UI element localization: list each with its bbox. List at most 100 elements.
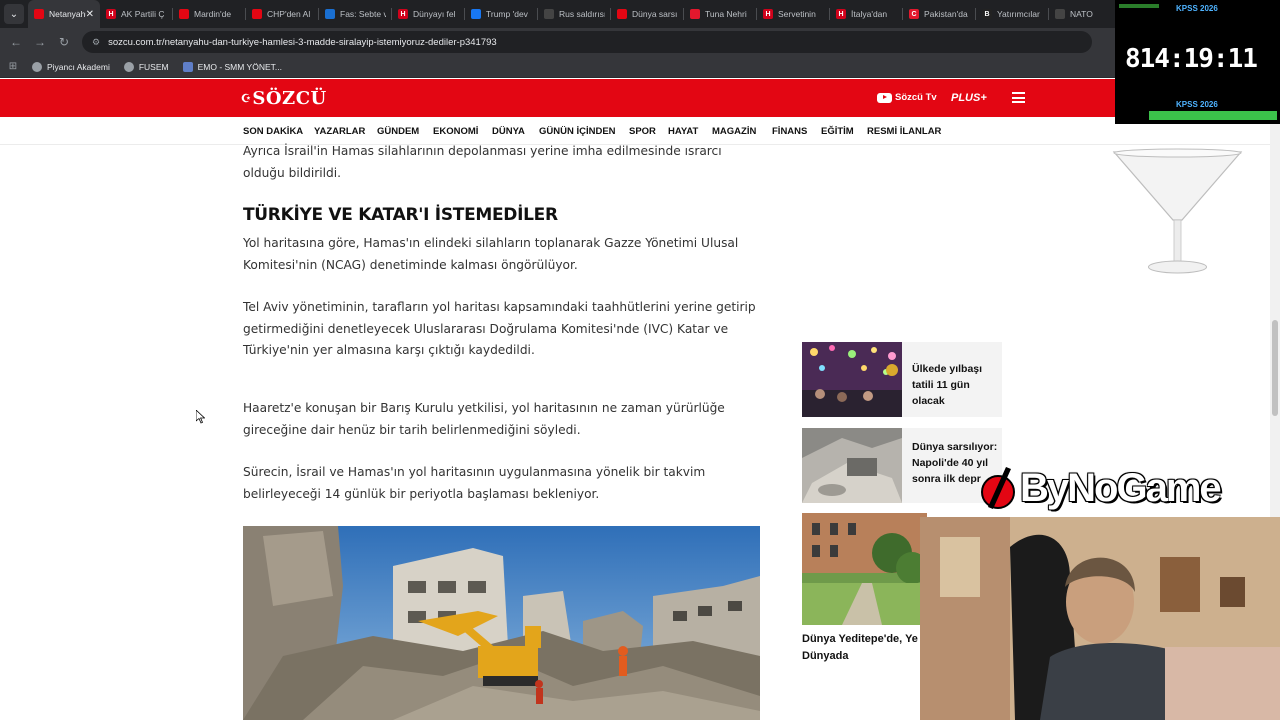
nav-dunya[interactable]: DÜNYA: [492, 126, 525, 137]
bookmark-label: EMO - SMM YÖNET...: [197, 61, 282, 72]
tab-favicon-icon: [1055, 9, 1065, 19]
news-card[interactable]: Ülkede yılbaşı tatili 11 gün olacak: [802, 342, 1002, 417]
browser-tab[interactable]: CHP'den Al: [246, 0, 319, 28]
logo-text: SÖZCÜ: [252, 88, 327, 109]
browser-tab[interactable]: Trump 'dev: [465, 0, 538, 28]
nav-magazin[interactable]: MAGAZİN: [712, 126, 756, 137]
tab-strip: ⌄ Netanyahu✕ H AK Partili Ç Mardin'de CHP'de…: [0, 0, 1280, 28]
browser-tab[interactable]: NATO: [1049, 0, 1122, 28]
site-logo[interactable]: ☪SÖZCÜ: [241, 88, 327, 109]
browser-tab[interactable]: H İtalya'dan: [830, 0, 903, 28]
url-field[interactable]: ⚙ sozcu.com.tr/netanyahu-dan-turkiye-ham…: [82, 31, 1092, 53]
youtube-icon: [877, 92, 892, 103]
news-card-title[interactable]: Dünya Yeditepe'de, Ye Dünyada: [802, 631, 927, 665]
nav-spor[interactable]: SPOR: [629, 126, 656, 137]
article-paragraph: Haaretz'e konuşan bir Barış Kurulu yetki…: [243, 401, 725, 437]
mouse-cursor-icon: [196, 410, 205, 424]
tab-favicon-icon: [179, 9, 189, 19]
tab-close-icon[interactable]: ✕: [86, 9, 94, 20]
site-header: ☪SÖZCÜ Sözcü Tv PLUS+: [0, 79, 1280, 117]
tab-favicon-icon: [471, 9, 481, 19]
tab-favicon-icon: H: [836, 9, 846, 19]
browser-tab[interactable]: Netanyahu✕: [28, 0, 100, 28]
browser-tab[interactable]: Fas: Sebte v: [319, 0, 392, 28]
nav-son-dakika[interactable]: SON DAKİKA: [243, 126, 303, 137]
tab-title: Netanyahu: [49, 9, 86, 19]
browser-tab[interactable]: H Dünyayı fel: [392, 0, 465, 28]
news-card-large-image[interactable]: [802, 513, 927, 625]
tab-favicon-icon: H: [106, 9, 116, 19]
timer-label-bottom: KPSS 2026: [1176, 100, 1218, 109]
browser-tab[interactable]: C Pakistan'da: [903, 0, 976, 28]
browser-tab[interactable]: Tuna Nehri: [684, 0, 757, 28]
article-photo: [243, 526, 760, 720]
timer-progress-bar: [1149, 111, 1277, 120]
nav-gunun-icinden[interactable]: GÜNÜN İÇİNDEN: [539, 126, 616, 137]
nav-egitim[interactable]: EĞİTİM: [821, 126, 854, 137]
webcam-person-image: [920, 517, 1280, 720]
scrollbar-thumb[interactable]: [1272, 320, 1278, 416]
url-text: sozcu.com.tr/netanyahu-dan-turkiye-hamle…: [108, 36, 497, 48]
bookmark-icon: [123, 61, 134, 72]
timer-status-bar: [1119, 4, 1159, 8]
campus-thumbnail: [802, 513, 927, 625]
apps-grid-icon[interactable]: ⊞: [0, 61, 26, 72]
bookmark-label: FUSEM: [138, 61, 169, 72]
article-paragraph: Sürecin, İsrail ve Hamas'ın yol haritası…: [243, 465, 706, 501]
plus-link[interactable]: PLUS+: [951, 92, 987, 104]
browser-tab[interactable]: Rus saldırısı: [538, 0, 611, 28]
browser-tab[interactable]: B Yatırımcılar: [976, 0, 1049, 28]
nav-resmi-ilanlar[interactable]: RESMİ İLANLAR: [867, 126, 941, 137]
nav-ekonomi[interactable]: EKONOMİ: [433, 126, 478, 137]
tab-favicon-icon: C: [909, 9, 919, 19]
nav-finans[interactable]: FİNANS: [772, 126, 807, 137]
tab-favicon-icon: [544, 9, 554, 19]
bookmark-item[interactable]: FUSEM: [123, 61, 169, 72]
menu-icon[interactable]: [1012, 92, 1025, 103]
watermark-text: ByNoGame: [1020, 465, 1222, 510]
tab-title: NATO: [1070, 9, 1093, 19]
nav-gundem[interactable]: GÜNDEM: [377, 126, 419, 137]
collapsed-building-thumbnail: [802, 428, 902, 503]
countdown-timer: 814:19:11: [1125, 44, 1258, 74]
tab-favicon-icon: [325, 9, 335, 19]
christmas-lights-thumbnail: [802, 342, 902, 417]
bookmark-item[interactable]: EMO - SMM YÖNET...: [182, 61, 282, 72]
tab-list: Netanyahu✕ H AK Partili Ç Mardin'de CHP'den …: [28, 0, 1122, 28]
back-icon[interactable]: ←: [4, 35, 28, 49]
article-paragraph: Ayrıca İsrail'in Hamas silahlarının depo…: [243, 144, 722, 180]
tab-favicon-icon: [34, 9, 44, 19]
bookmark-item[interactable]: Piyancı Akademi: [32, 61, 110, 72]
tab-search-icon[interactable]: ⌄: [4, 4, 24, 24]
nav-yazarlar[interactable]: YAZARLAR: [314, 126, 365, 137]
browser-tab[interactable]: H AK Partili Ç: [100, 0, 173, 28]
news-card-title: Ülkede yılbaşı tatili 11 gün olacak: [912, 363, 983, 407]
tab-title: Rus saldırısı: [559, 9, 605, 19]
timer-label-top: KPSS 2026: [1176, 4, 1218, 13]
tab-title: CHP'den Al: [267, 9, 311, 19]
article-paragraph: Yol haritasına göre, Hamas'ın elindeki s…: [243, 236, 739, 272]
nav-hayat[interactable]: HAYAT: [668, 126, 698, 137]
reload-icon[interactable]: ↻: [52, 35, 76, 49]
crescent-star-icon: ☪: [241, 92, 252, 105]
tab-title: Dünya sarsı: [632, 9, 678, 19]
tab-title: Servetinin: [778, 9, 816, 19]
sozcu-tv-link[interactable]: Sözcü Tv: [877, 92, 937, 103]
tab-title: Trump 'dev: [486, 9, 528, 19]
bookmark-label: Piyancı Akademi: [47, 61, 110, 72]
sozcu-tv-label: Sözcü Tv: [895, 92, 937, 103]
browser-tab[interactable]: Dünya sarsı: [611, 0, 684, 28]
tab-favicon-icon: [617, 9, 627, 19]
bynogame-logo-icon: [981, 467, 1015, 509]
tab-title: Mardin'de: [194, 9, 232, 19]
site-info-icon[interactable]: ⚙: [92, 37, 100, 48]
tab-title: Fas: Sebte v: [340, 9, 386, 19]
tab-title: Dünyayı fel: [413, 9, 456, 19]
tab-favicon-icon: H: [398, 9, 408, 19]
forward-icon[interactable]: →: [28, 35, 52, 49]
browser-tab[interactable]: H Servetinin: [757, 0, 830, 28]
browser-tab[interactable]: Mardin'de: [173, 0, 246, 28]
article-subheading: TÜRKİYE VE KATAR'I İSTEMEDİLER: [243, 205, 558, 225]
tab-title: Tuna Nehri: [705, 9, 747, 19]
news-card[interactable]: Dünya sarsılıyor: Napoli'de 40 yıl sonra…: [802, 428, 1002, 503]
